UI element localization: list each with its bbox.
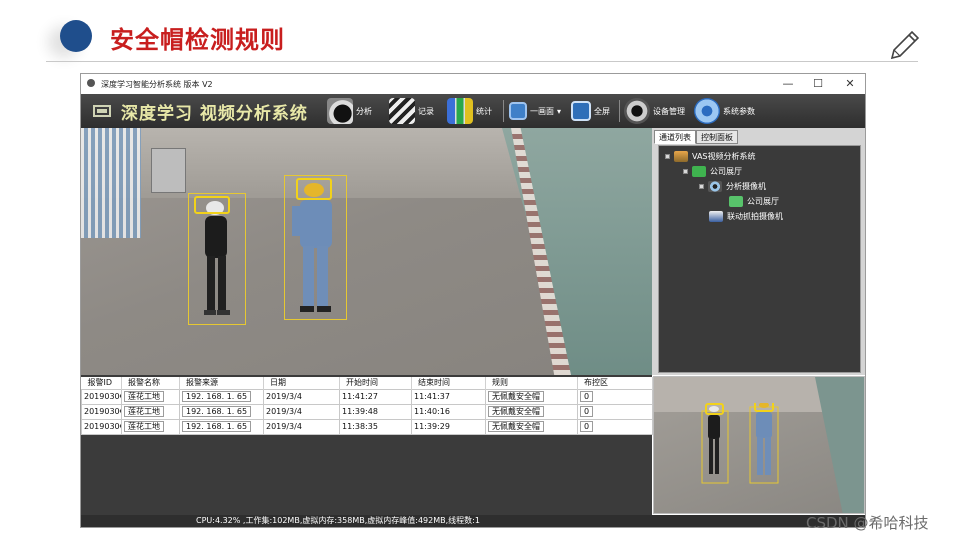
tree-node-root[interactable]: VAS视频分析系统 <box>665 150 756 162</box>
pen-icon <box>890 30 920 60</box>
title-divider <box>46 61 918 62</box>
toolbar-analysis-button[interactable]: 分析 <box>327 97 372 125</box>
toolbar-separator <box>503 100 504 122</box>
worker-figure <box>204 201 230 315</box>
tree-node-showroom-channel[interactable]: 公司展厅 <box>729 195 779 207</box>
minimize-button[interactable]: — <box>771 75 805 93</box>
eye-camera-icon <box>708 180 722 192</box>
status-text: CPU:4.32% ,工作集:102MB,虚拟内存:358MB,虚拟内存峰值:4… <box>196 516 480 525</box>
tab-channel-list[interactable]: 通道列表 <box>654 130 696 144</box>
title-bullet-dot <box>60 20 92 52</box>
camera-device-icon <box>624 98 650 124</box>
camera-channel-icon <box>729 195 743 207</box>
toolbar-settings-button[interactable]: 系统参数 <box>694 97 755 125</box>
tree-node-showroom[interactable]: 公司展厅 <box>683 165 742 177</box>
channel-panel: 通道列表 控制面板 VAS视频分析系统 公司展厅 分析摄像机 公司展厅 联动抓拍… <box>652 128 865 375</box>
toolbar-device-button[interactable]: 设备管理 <box>624 97 685 125</box>
column-header[interactable]: 报警ID <box>81 377 122 389</box>
tree-node-analysis-camera[interactable]: 分析摄像机 <box>699 180 766 192</box>
column-header[interactable]: 规则 <box>485 377 578 389</box>
helmet-detection-box <box>296 178 332 200</box>
bar-chart-icon <box>447 98 473 124</box>
location-icon <box>692 165 706 177</box>
app-icon <box>87 79 95 87</box>
clapper-icon <box>389 98 415 124</box>
status-bar: CPU:4.32% ,工作集:102MB,虚拟内存:358MB,虚拟内存峰值:4… <box>81 515 865 527</box>
maximize-button[interactable]: ☐ <box>801 75 835 93</box>
channel-tree: VAS视频分析系统 公司展厅 分析摄像机 公司展厅 联动抓拍摄像机 <box>658 145 861 373</box>
column-header[interactable]: 报警来源 <box>179 377 264 389</box>
column-header[interactable]: 布控区 <box>577 377 653 389</box>
ptz-camera-icon <box>709 210 723 222</box>
tree-node-linked-camera[interactable]: 联动抓拍摄像机 <box>709 210 783 222</box>
column-header[interactable]: 报警名称 <box>121 377 180 389</box>
toolbar-record-button[interactable]: 记录 <box>389 97 434 125</box>
fullscreen-icon <box>571 101 591 121</box>
toolbar-layout-dropdown[interactable]: 一画面 ▾ <box>509 97 561 125</box>
expander-icon[interactable] <box>699 183 704 189</box>
table-row[interactable]: 2019030€ 莲花工地 192. 168. 1. 65 2019/3/4 1… <box>81 388 653 405</box>
toolbar-fullscreen-button[interactable]: 全屏 <box>571 97 610 125</box>
main-video-feed[interactable] <box>81 128 652 375</box>
system-logo-text: 深度学习 视频分析系统 <box>121 104 308 124</box>
toolbar-stats-button[interactable]: 统计 <box>447 97 492 125</box>
toolbar-separator <box>619 100 620 122</box>
snapshot-preview[interactable] <box>653 376 865 514</box>
system-icon <box>674 150 688 162</box>
panel-tabs: 通道列表 控制面板 <box>654 130 738 144</box>
column-header[interactable]: 日期 <box>263 377 340 389</box>
window-title: 深度学习智能分析系统 版本 V2 <box>101 80 213 89</box>
watermark: CSDN @希哈科技 <box>806 514 929 532</box>
slide-title: 安全帽检测规则 <box>110 26 285 54</box>
video-cabinet <box>151 148 186 193</box>
film-logo-icon <box>93 105 111 117</box>
gear-icon <box>694 98 720 124</box>
video-fence <box>81 128 141 238</box>
alarm-table: 报警ID 报警名称 报警来源 日期 开始时间 结束时间 规则 布控区 20190… <box>81 377 653 435</box>
chevron-down-icon: ▾ <box>557 106 562 116</box>
preview-workers <box>701 403 779 484</box>
expander-icon[interactable] <box>683 168 688 174</box>
alarm-table-area: 报警ID 报警名称 报警来源 日期 开始时间 结束时间 规则 布控区 20190… <box>81 375 653 515</box>
close-button[interactable]: ✕ <box>833 75 867 93</box>
table-row[interactable]: 2019030€ 莲花工地 192. 168. 1. 65 2019/3/4 1… <box>81 418 653 435</box>
column-header[interactable]: 结束时间 <box>411 377 486 389</box>
single-screen-icon <box>509 102 527 120</box>
table-row[interactable]: 2019030€ 莲花工地 192. 168. 1. 65 2019/3/4 1… <box>81 403 653 420</box>
window-titlebar: 深度学习智能分析系统 版本 V2 — ☐ ✕ <box>81 74 865 94</box>
helmet-detection-box <box>194 196 230 214</box>
main-toolbar: 深度学习 视频分析系统 分析 记录 统计 一画面 ▾ 全屏 设备管理 系统参数 <box>81 94 865 128</box>
tab-control-panel[interactable]: 控制面板 <box>696 130 738 144</box>
app-window: 深度学习智能分析系统 版本 V2 — ☐ ✕ 深度学习 视频分析系统 分析 记录… <box>80 73 866 528</box>
table-header-row: 报警ID 报警名称 报警来源 日期 开始时间 结束时间 规则 布控区 <box>81 377 653 389</box>
analysis-play-icon <box>327 98 353 124</box>
column-header[interactable]: 开始时间 <box>339 377 412 389</box>
expander-icon[interactable] <box>665 153 670 159</box>
